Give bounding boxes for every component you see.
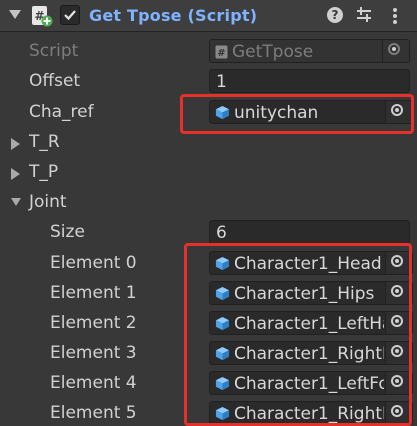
fold-arrow-icon[interactable]	[9, 10, 21, 19]
joint-foldout-label[interactable]: Joint	[29, 192, 67, 212]
cha-ref-highlight	[180, 94, 414, 134]
script-label: Script	[29, 41, 79, 61]
checkmark-icon	[64, 10, 76, 21]
element-label: Element 3	[50, 343, 137, 363]
component-title: Get Tpose (Script)	[89, 6, 258, 25]
enabled-checkbox[interactable]	[60, 5, 80, 25]
offset-input[interactable]: 1	[209, 69, 410, 93]
script-picker-button	[382, 40, 409, 62]
script-icon: #	[32, 6, 53, 27]
tp-foldout-label[interactable]: T_P	[29, 162, 58, 182]
tr-foldout-label[interactable]: T_R	[29, 132, 60, 152]
help-icon[interactable]: ?	[327, 7, 343, 23]
preset-icon[interactable]	[355, 6, 373, 24]
size-label: Size	[50, 222, 85, 242]
element-label: Element 4	[50, 373, 137, 393]
tp-foldout-arrow-icon[interactable]	[11, 168, 20, 180]
joint-foldout-arrow-icon[interactable]	[11, 198, 21, 206]
component-header[interactable]: # Get Tpose (Script) ?	[0, 0, 417, 32]
script-field: # GetTpose	[209, 39, 410, 63]
tr-foldout-arrow-icon[interactable]	[11, 138, 20, 150]
size-input[interactable]: 6	[209, 220, 410, 244]
element-label: Element 1	[50, 283, 137, 303]
script-file-icon: #	[215, 45, 228, 59]
menu-icon[interactable]	[388, 6, 402, 26]
offset-label: Offset	[29, 71, 81, 91]
cha-ref-label: Cha_ref	[29, 102, 94, 122]
element-label: Element 2	[50, 313, 137, 333]
element-label: Element 5	[50, 403, 137, 423]
joint-elements-highlight	[184, 243, 412, 426]
element-label: Element 0	[50, 253, 137, 273]
svg-text:#: #	[217, 48, 225, 59]
script-value: GetTpose	[232, 42, 314, 62]
